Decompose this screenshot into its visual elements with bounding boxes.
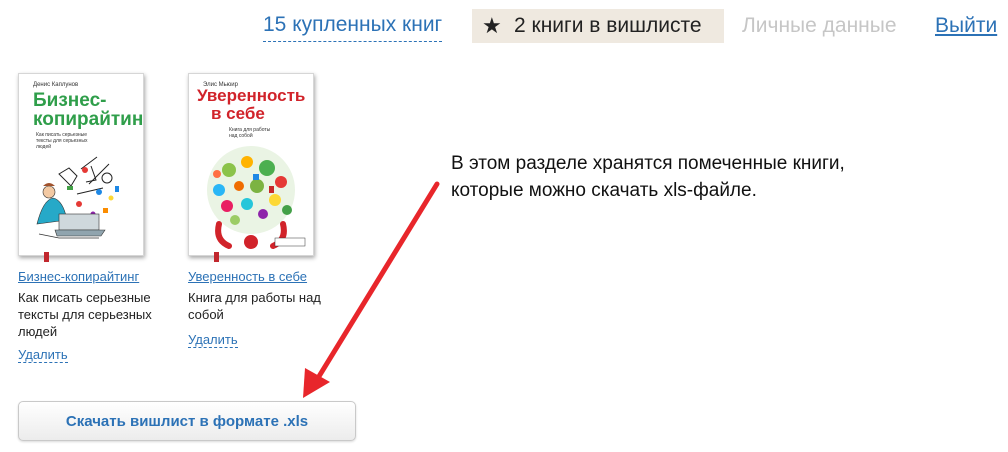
download-wishlist-xls-button[interactable]: Скачать вишлист в формате .xls — [18, 401, 356, 441]
wishlist-page: 15 купленных книг ★ 2 книги в вишлисте Л… — [0, 0, 1008, 452]
red-arrow-icon — [303, 181, 440, 398]
